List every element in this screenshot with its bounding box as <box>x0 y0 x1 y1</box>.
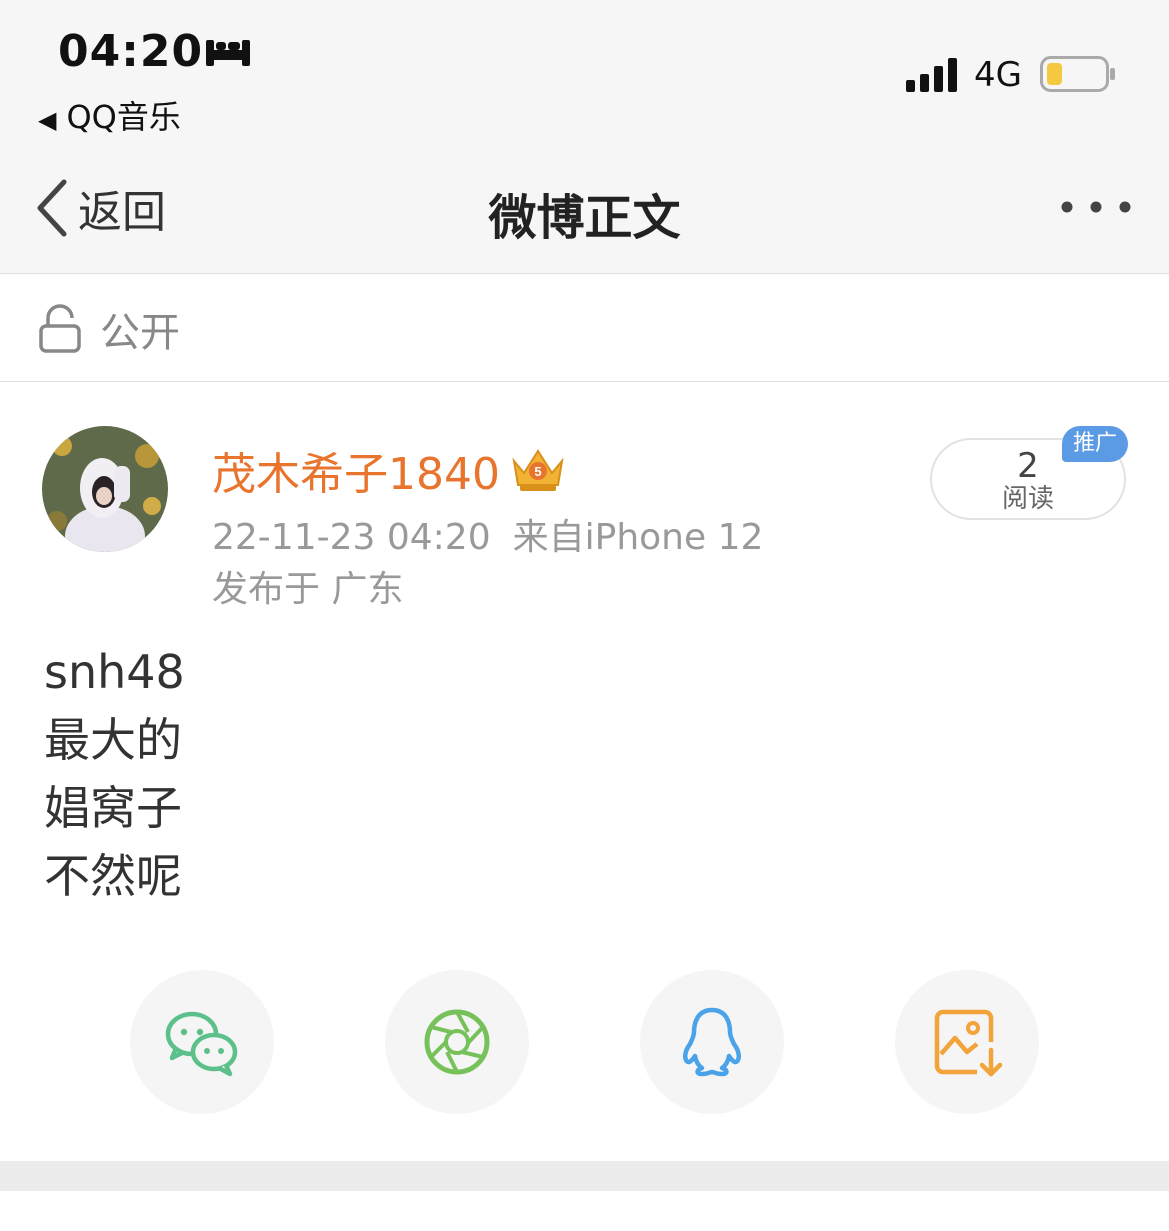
post-line: 娼窝子 <box>44 781 182 835</box>
network-type: 4G <box>974 55 1022 95</box>
post-line: 不然呢 <box>44 849 182 903</box>
share-moments-button[interactable] <box>385 970 529 1114</box>
more-icon[interactable] <box>1058 198 1134 216</box>
post-content: snh48 最大的 娼窝子 不然呢 <box>44 638 185 910</box>
back-triangle-icon: ◀ <box>38 106 57 134</box>
share-wechat-button[interactable] <box>130 970 274 1114</box>
post-line: 最大的 <box>44 713 182 767</box>
top-bar: 04:20 ◀ QQ音乐 4G 返回 微博正文 <box>0 0 1169 273</box>
save-image-button[interactable] <box>895 970 1039 1114</box>
post-location: 发布于 广东 <box>212 569 404 610</box>
author-name-text: 茂木希子1840 <box>212 449 500 500</box>
save-image-icon <box>934 1009 1003 1077</box>
avatar-image <box>42 426 168 552</box>
post-meta: 22-11-23 04:20 来自iPhone 12 <box>212 508 763 560</box>
divider <box>0 273 1169 274</box>
visibility-row[interactable]: 公开 <box>38 300 180 358</box>
return-to-app[interactable]: ◀ QQ音乐 <box>38 92 181 138</box>
vip-crown-icon: 5 <box>512 449 564 491</box>
promote-badge[interactable]: 推广 <box>1062 426 1128 462</box>
author-name[interactable]: 茂木希子1840 5 <box>212 438 566 502</box>
qq-icon <box>683 1007 741 1077</box>
page-title: 微博正文 <box>488 190 681 246</box>
post-source: 来自iPhone 12 <box>512 517 764 558</box>
post-line: snh48 <box>44 645 185 699</box>
visibility-label: 公开 <box>100 310 180 356</box>
share-qq-button[interactable] <box>640 970 784 1114</box>
signal-icon <box>906 58 957 92</box>
bed-icon <box>206 40 250 66</box>
svg-text:5: 5 <box>534 464 541 479</box>
post-date: 22-11-23 04:20 <box>212 517 491 558</box>
status-time: 04:20 <box>58 26 204 77</box>
avatar[interactable] <box>42 426 168 552</box>
unlock-icon <box>39 304 81 353</box>
return-app-label: QQ音乐 <box>66 98 181 136</box>
battery-icon <box>1040 56 1115 92</box>
moments-icon <box>424 1009 490 1075</box>
wechat-icon <box>165 1011 238 1077</box>
divider <box>0 381 1169 382</box>
read-label: 阅读 <box>1001 484 1054 514</box>
bottom-separator <box>0 1161 1169 1191</box>
